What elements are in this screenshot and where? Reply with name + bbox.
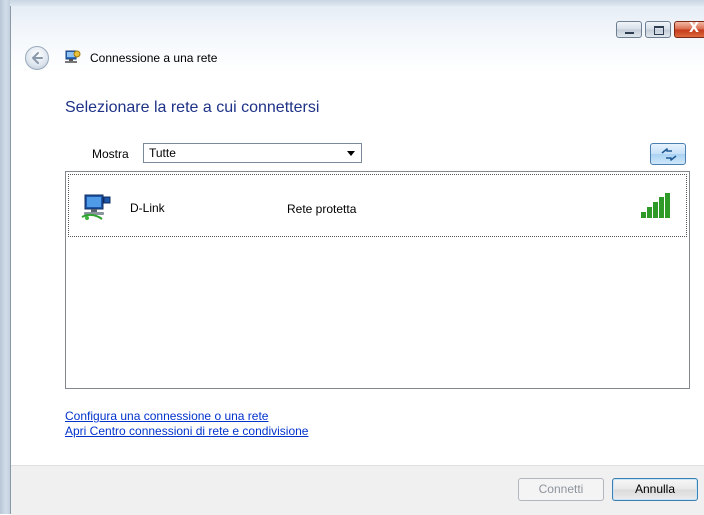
filter-dropdown[interactable]: Tutte bbox=[143, 143, 362, 163]
maximize-icon bbox=[654, 26, 664, 35]
back-arrow-icon bbox=[32, 52, 43, 64]
refresh-button[interactable] bbox=[650, 143, 686, 165]
maximize-button[interactable] bbox=[645, 21, 671, 38]
close-icon: X bbox=[688, 21, 700, 36]
setup-connection-link[interactable]: Configura una connessione o una rete bbox=[65, 409, 268, 423]
minimize-icon bbox=[625, 32, 634, 34]
wireless-network-icon bbox=[81, 194, 111, 220]
filter-label: Mostra bbox=[92, 147, 129, 161]
network-list-item[interactable]: D-Link Rete protetta bbox=[68, 174, 687, 237]
network-center-link[interactable]: Apri Centro connessioni di rete e condiv… bbox=[65, 424, 308, 438]
page-title: Selezionare la rete a cui connettersi bbox=[65, 99, 320, 116]
network-list: D-Link Rete protetta bbox=[65, 171, 690, 389]
network-security: Rete protetta bbox=[287, 202, 357, 216]
close-button[interactable]: X bbox=[674, 21, 704, 38]
cancel-button[interactable]: Annulla bbox=[612, 478, 698, 501]
network-name: D-Link bbox=[130, 201, 165, 215]
minimize-button[interactable] bbox=[616, 21, 642, 38]
signal-strength-icon bbox=[641, 193, 670, 218]
refresh-icon bbox=[661, 148, 677, 161]
back-button[interactable] bbox=[25, 46, 49, 70]
network-connect-icon bbox=[65, 50, 81, 63]
window-frame-left bbox=[0, 0, 11, 514]
window-title: Connessione a una rete bbox=[90, 51, 218, 65]
filter-selected-value: Tutte bbox=[149, 146, 176, 160]
caption-buttons: X bbox=[616, 21, 704, 41]
connect-button[interactable]: Connetti bbox=[518, 478, 604, 501]
chevron-down-icon bbox=[347, 151, 355, 156]
